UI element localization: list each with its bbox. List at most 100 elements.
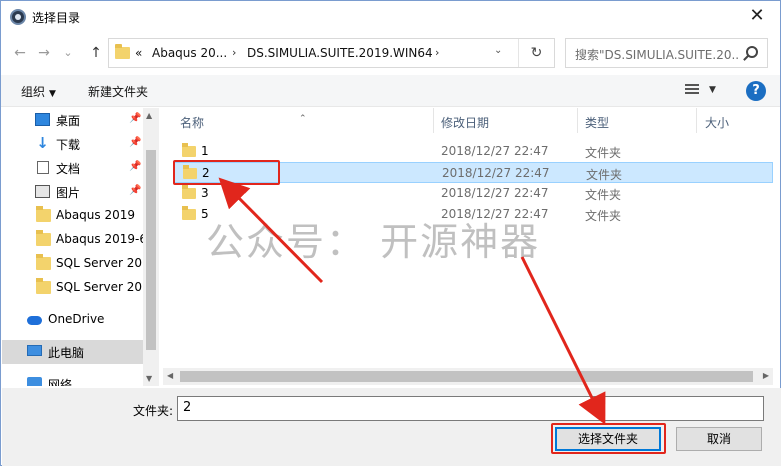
file-date: 2018/12/27 22:47 — [442, 166, 550, 180]
annotation-box-select-button — [551, 423, 666, 454]
column-label: 名称 — [180, 116, 205, 130]
network-icon — [27, 377, 42, 386]
folder-icon — [36, 206, 51, 222]
pin-icon[interactable]: 📌 — [129, 113, 141, 124]
column-label: 大小 — [705, 116, 730, 130]
scroll-right-icon[interactable]: ▶ — [763, 371, 769, 380]
folder-icon — [36, 254, 51, 270]
address-dropdown-icon[interactable]: ⌄ — [494, 45, 502, 56]
sidebar-item-label: 文档 — [56, 162, 81, 176]
folder-icon — [115, 44, 130, 59]
column-header-type[interactable]: 类型 — [578, 108, 698, 133]
sidebar-item-abaqus-2019-6[interactable]: Abaqus 2019-6 — [2, 228, 143, 252]
column-label: 类型 — [585, 116, 610, 130]
pin-icon[interactable]: 📌 — [129, 161, 141, 172]
close-button[interactable]: ✕ — [734, 1, 780, 32]
sidebar-item-label: 下载 — [56, 138, 81, 152]
breadcrumb-overflow[interactable]: « — [135, 46, 142, 60]
file-type: 文件夹 — [585, 146, 622, 160]
sidebar-item-label: Abaqus 2019-6 — [56, 232, 143, 246]
breadcrumb-separator[interactable]: › — [435, 46, 439, 59]
refresh-icon[interactable]: ↻ — [518, 39, 554, 67]
pin-icon[interactable]: 📌 — [129, 185, 141, 196]
column-header-name[interactable]: 名称 ⌃ — [163, 108, 433, 133]
folder-icon — [36, 278, 51, 294]
scroll-up-icon[interactable]: ▲ — [146, 111, 152, 120]
sidebar-item-label: 此电脑 — [48, 346, 85, 360]
picture-icon — [35, 185, 50, 198]
back-arrow-icon[interactable]: ← — [9, 42, 31, 64]
sort-ascending-icon: ⌃ — [299, 114, 307, 124]
document-icon — [37, 161, 49, 174]
sidebar-item-desktop[interactable]: 桌面 📌 — [2, 108, 143, 132]
folder-name-field[interactable]: 2 — [177, 396, 764, 421]
sidebar-item-label: 网络 — [48, 378, 73, 386]
breadcrumb-separator[interactable]: › — [232, 46, 236, 59]
address-bar[interactable]: « Abaqus 20... › DS.SIMULIA.SUITE.2019.W… — [108, 38, 555, 68]
chevron-down-icon[interactable]: ▼ — [709, 85, 716, 95]
sidebar-item-this-pc[interactable]: 此电脑 — [2, 340, 143, 364]
download-icon: ↓ — [36, 134, 49, 152]
search-icon — [746, 46, 758, 58]
breadcrumb-abaqus[interactable]: Abaqus 20... — [152, 46, 227, 60]
recent-locations-icon[interactable]: ⌄ — [57, 42, 79, 64]
sidebar-item-downloads[interactable]: ↓ 下载 📌 — [2, 132, 143, 156]
sidebar-item-label: 桌面 — [56, 114, 81, 128]
sidebar-item-label: SQL Server 201 — [56, 280, 143, 294]
sidebar-item-pictures[interactable]: 图片 📌 — [2, 180, 143, 204]
folder-icon — [36, 230, 51, 246]
file-type: 文件夹 — [585, 209, 622, 223]
command-toolbar: 组织 ▼ 新建文件夹 ▼ ? — [1, 75, 780, 107]
navigation-bar: ← → ⌄ ↑ « Abaqus 20... › DS.SIMULIA.SUIT… — [1, 35, 780, 71]
file-date: 2018/12/27 22:47 — [441, 144, 549, 158]
breadcrumb-current[interactable]: DS.SIMULIA.SUITE.2019.WIN64 — [247, 46, 433, 60]
up-arrow-icon[interactable]: ↑ — [85, 42, 107, 64]
list-item[interactable]: 1 2018/12/27 22:47 文件夹 — [173, 141, 773, 162]
help-icon[interactable]: ? — [746, 81, 766, 101]
scroll-left-icon[interactable]: ◀ — [167, 371, 173, 380]
column-header-size[interactable]: 大小 — [697, 108, 773, 133]
file-date: 2018/12/27 22:47 — [441, 186, 549, 200]
view-options-icon[interactable] — [685, 84, 701, 98]
folder-icon — [182, 185, 196, 199]
sidebar-item-sql-server-2[interactable]: SQL Server 201 — [2, 276, 143, 300]
title-bar: 选择目录 ✕ — [1, 1, 780, 33]
navigation-pane: 桌面 📌 ↓ 下载 📌 文档 📌 图片 📌 Abaqus 2019 Abaqus… — [2, 108, 143, 386]
window-title: 选择目录 — [32, 11, 81, 25]
scroll-down-icon[interactable]: ▼ — [146, 374, 152, 383]
sidebar-item-network[interactable]: 网络 — [2, 372, 143, 386]
folder-field-label: 文件夹: — [133, 404, 174, 418]
watermark-text: 公众号： 开源神器 — [206, 220, 541, 264]
scrollbar-thumb[interactable] — [146, 150, 156, 350]
app-icon — [10, 9, 26, 25]
sidebar-item-label: OneDrive — [48, 312, 105, 326]
horizontal-scrollbar[interactable]: ◀ ▶ — [163, 368, 773, 385]
sidebar-item-onedrive[interactable]: OneDrive — [2, 308, 143, 332]
folder-picker-dialog: 选择目录 ✕ ← → ⌄ ↑ « Abaqus 20... › DS.SIMUL… — [0, 0, 781, 466]
folder-icon — [182, 143, 196, 157]
file-name: 1 — [201, 144, 209, 158]
sidebar-item-sql-server-1[interactable]: SQL Server 201 — [2, 252, 143, 276]
list-item[interactable]: 3 2018/12/27 22:47 文件夹 — [173, 183, 773, 204]
cloud-icon — [27, 316, 42, 325]
pin-icon[interactable]: 📌 — [129, 137, 141, 148]
scrollbar-thumb[interactable] — [180, 371, 753, 382]
new-folder-button[interactable]: 新建文件夹 — [88, 83, 148, 100]
file-type: 文件夹 — [585, 188, 622, 202]
sidebar-item-label: 图片 — [56, 186, 81, 200]
column-header-date[interactable]: 修改日期 — [434, 108, 578, 133]
computer-icon — [27, 345, 42, 356]
sidebar-scrollbar[interactable]: ▲ ▼ — [143, 108, 159, 386]
address-actions: ⌄ ↻ — [484, 39, 554, 67]
sidebar-item-documents[interactable]: 文档 📌 — [2, 156, 143, 180]
organize-label: 组织 — [21, 85, 46, 99]
search-input[interactable]: 搜索"DS.SIMULIA.SUITE.20... — [565, 38, 768, 68]
search-placeholder: 搜索"DS.SIMULIA.SUITE.20... — [575, 48, 740, 62]
annotation-box-selected-folder — [173, 160, 280, 185]
organize-button[interactable]: 组织 ▼ — [21, 83, 56, 100]
sidebar-item-label: SQL Server 201 — [56, 256, 143, 270]
sidebar-item-label: Abaqus 2019 — [56, 208, 136, 222]
sidebar-item-abaqus-2019[interactable]: Abaqus 2019 — [2, 204, 143, 228]
cancel-button[interactable]: 取消 — [676, 427, 762, 451]
forward-arrow-icon[interactable]: → — [33, 42, 55, 64]
